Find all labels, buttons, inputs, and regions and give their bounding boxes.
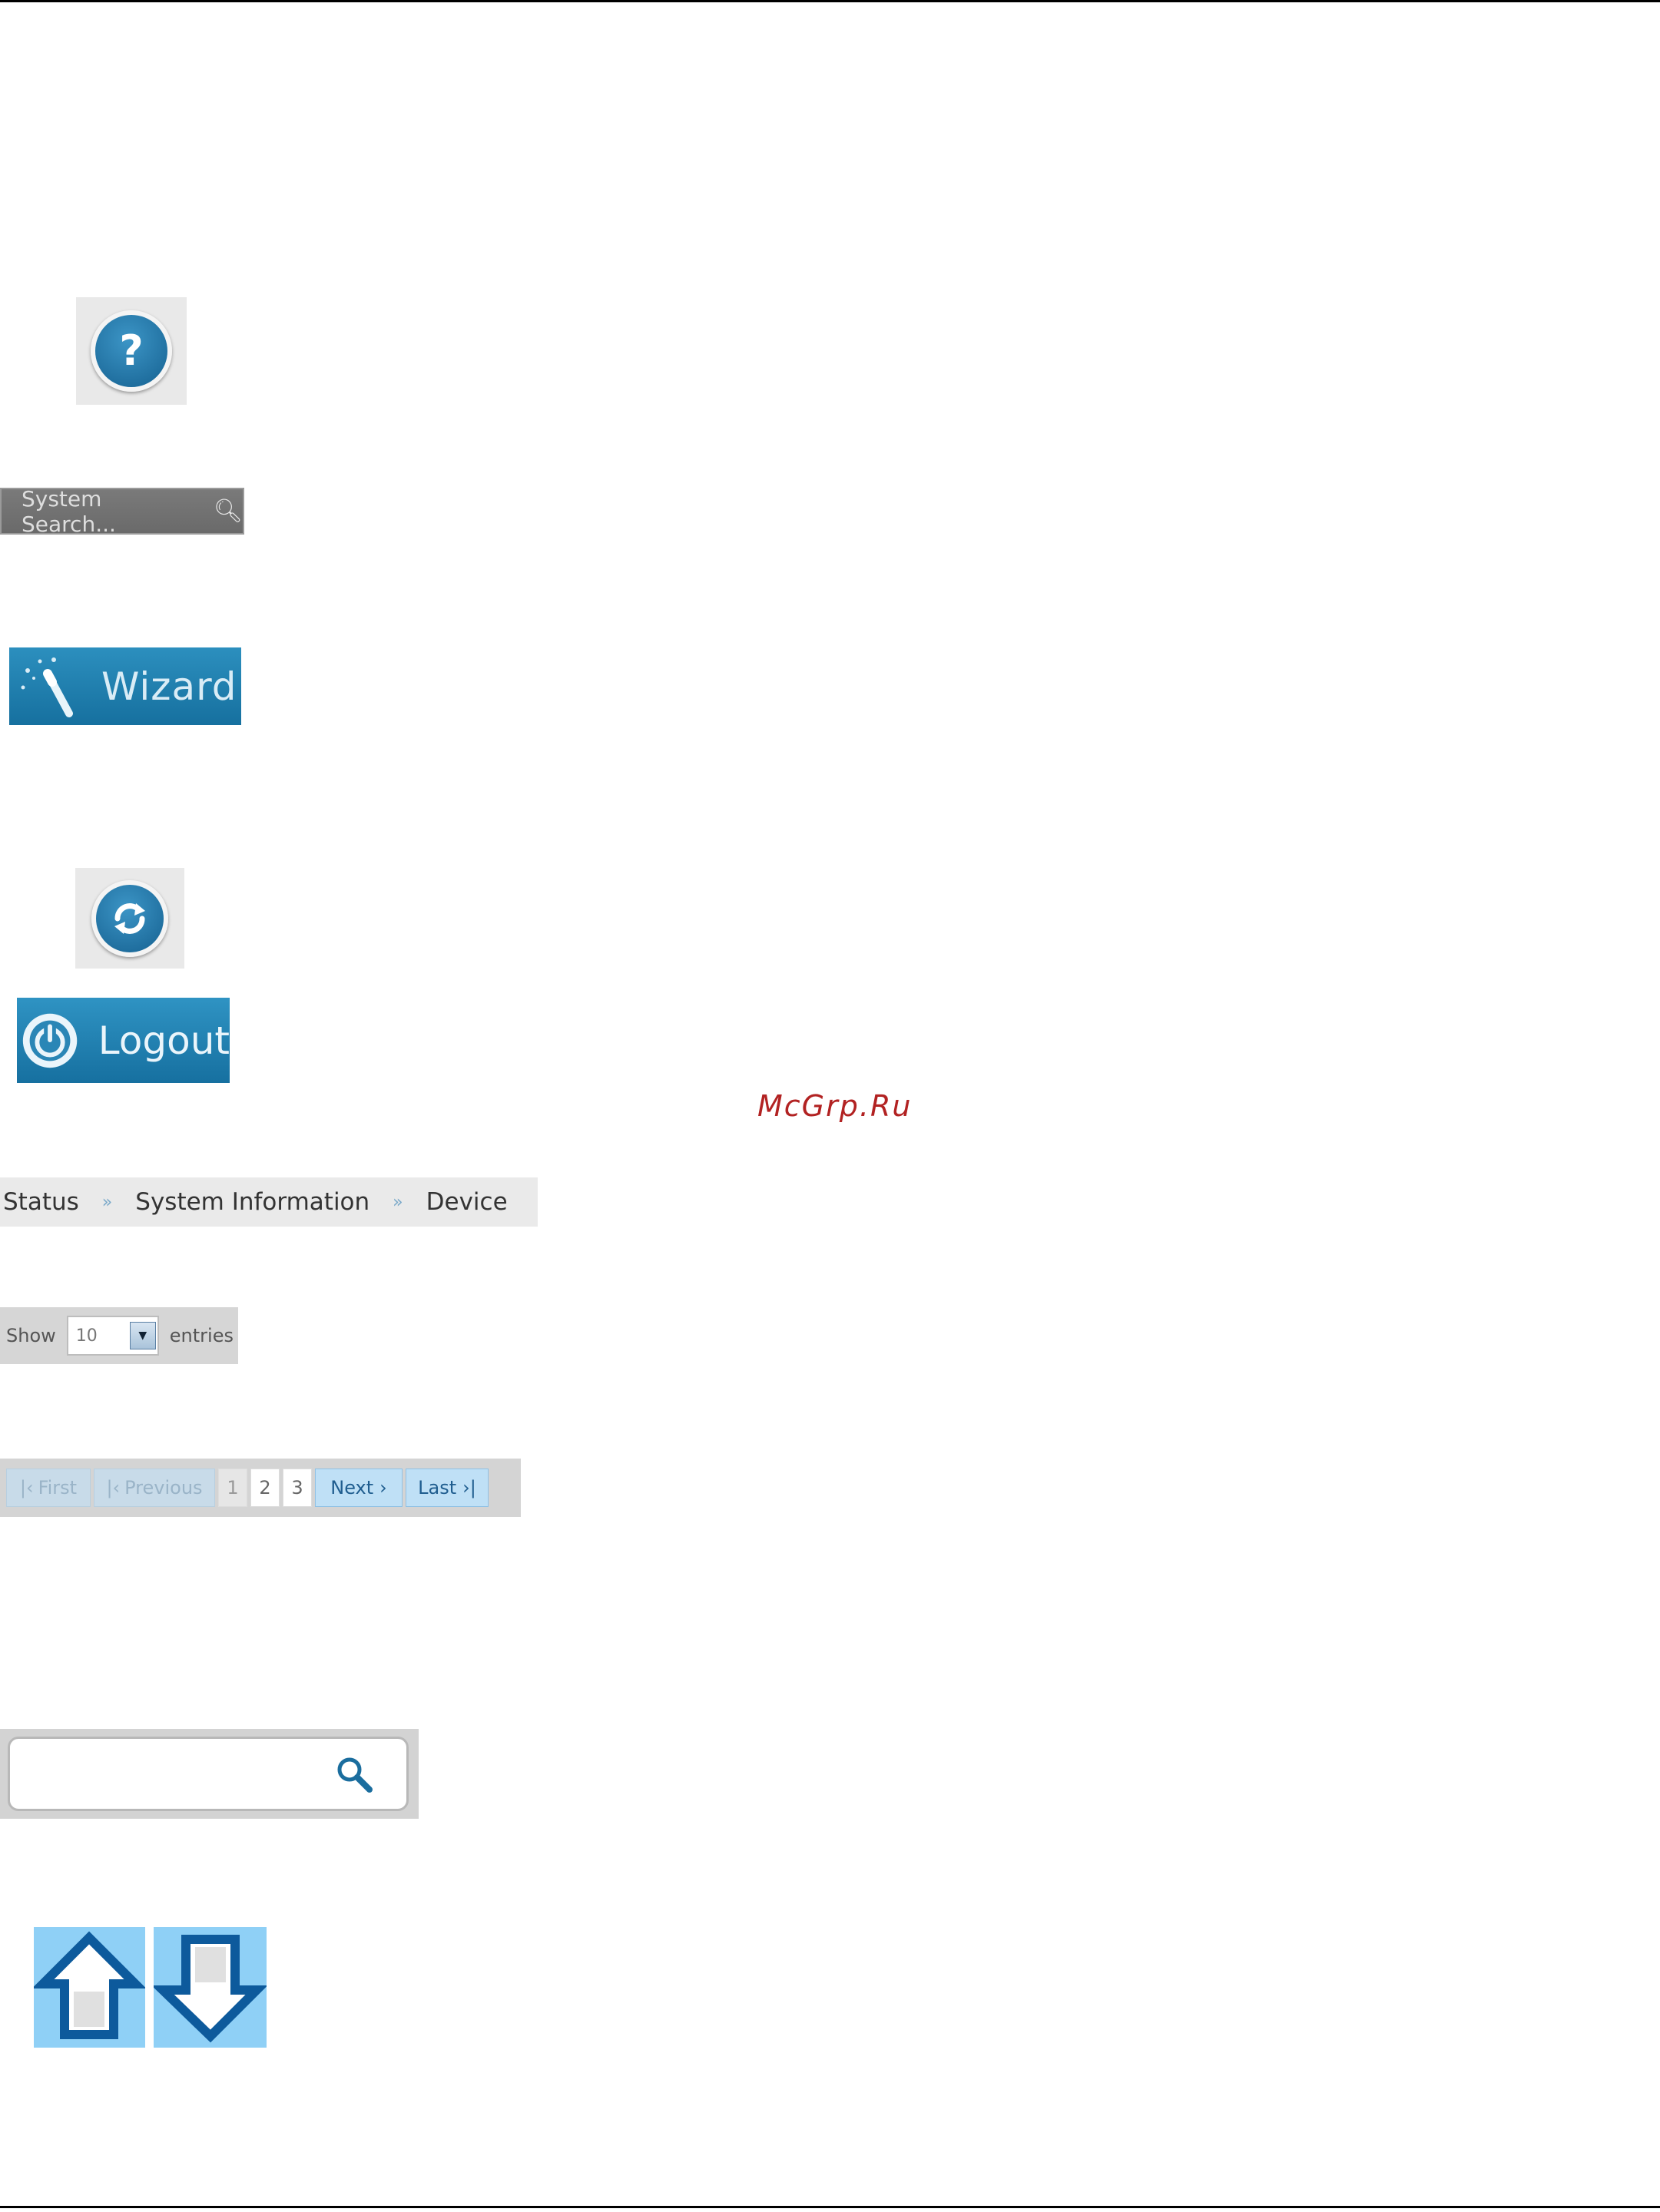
previous-icon: |‹ — [106, 1477, 121, 1498]
refresh-button[interactable] — [91, 879, 168, 957]
breadcrumb-separator: » — [101, 1192, 113, 1212]
help-button[interactable]: ? — [91, 310, 172, 392]
pagination-last-label: Last — [418, 1477, 457, 1498]
entries-select-value: 10 — [75, 1326, 98, 1346]
wizard-label: Wizard — [101, 664, 237, 709]
system-search-placeholder: System Search... — [22, 485, 116, 537]
pagination-previous-label: Previous — [124, 1477, 203, 1498]
up-arrow-icon — [31, 1931, 147, 2039]
pagination-last-button[interactable]: Last ›| — [406, 1469, 489, 1507]
last-icon: ›| — [462, 1477, 476, 1498]
pagination-previous-button[interactable]: |‹ Previous — [94, 1469, 215, 1507]
search-icon[interactable] — [333, 1753, 379, 1799]
pagination-next-label: Next — [330, 1477, 374, 1498]
bottom-rule — [0, 2206, 1660, 2208]
next-icon: › — [379, 1477, 387, 1498]
entries-select[interactable]: 10 ▼ — [66, 1316, 159, 1356]
search-icon: 🔍︎ — [213, 498, 243, 525]
pagination-page-3[interactable]: 3 — [283, 1469, 312, 1507]
question-icon: ? — [119, 326, 144, 375]
show-entries-control: Show 10 ▼ entries — [0, 1307, 238, 1364]
breadcrumb: Status » System Information » Device — [0, 1177, 538, 1227]
down-arrow-icon — [151, 1935, 268, 2043]
search-input[interactable] — [8, 1737, 409, 1811]
watermark-text: McGrp.Ru — [757, 1089, 913, 1123]
pagination-page-1[interactable]: 1 — [218, 1469, 247, 1507]
first-icon: |‹ — [19, 1477, 34, 1498]
refresh-button-tile — [75, 868, 184, 969]
pagination-next-button[interactable]: Next › — [315, 1469, 403, 1507]
power-icon — [22, 1013, 78, 1068]
show-label: Show — [6, 1325, 56, 1346]
pagination-first-button[interactable]: |‹ First — [6, 1469, 91, 1507]
breadcrumb-item-status[interactable]: Status — [3, 1188, 79, 1216]
refresh-icon — [114, 902, 145, 934]
breadcrumb-separator: » — [393, 1192, 403, 1212]
top-rule — [0, 0, 1660, 2]
move-up-button[interactable] — [31, 1927, 147, 2048]
search-field-frame — [0, 1729, 419, 1819]
logout-button[interactable]: Logout — [17, 998, 230, 1083]
logout-label: Logout — [98, 1018, 230, 1063]
pagination-page-2[interactable]: 2 — [250, 1469, 280, 1507]
breadcrumb-item-device[interactable]: Device — [426, 1188, 508, 1216]
entries-label: entries — [169, 1325, 234, 1346]
breadcrumb-item-system-information[interactable]: System Information — [135, 1188, 369, 1216]
pagination: |‹ First |‹ Previous 1 2 3 Next › Last ›… — [0, 1459, 521, 1517]
magic-wand-icon — [21, 657, 73, 717]
move-down-button[interactable] — [151, 1927, 268, 2048]
chevron-down-icon[interactable]: ▼ — [129, 1322, 156, 1349]
help-button-tile: ? — [76, 297, 187, 405]
pagination-first-label: First — [38, 1477, 78, 1498]
system-search-input[interactable]: System Search... 🔍︎ — [0, 485, 244, 537]
wizard-button[interactable]: Wizard — [9, 647, 241, 725]
